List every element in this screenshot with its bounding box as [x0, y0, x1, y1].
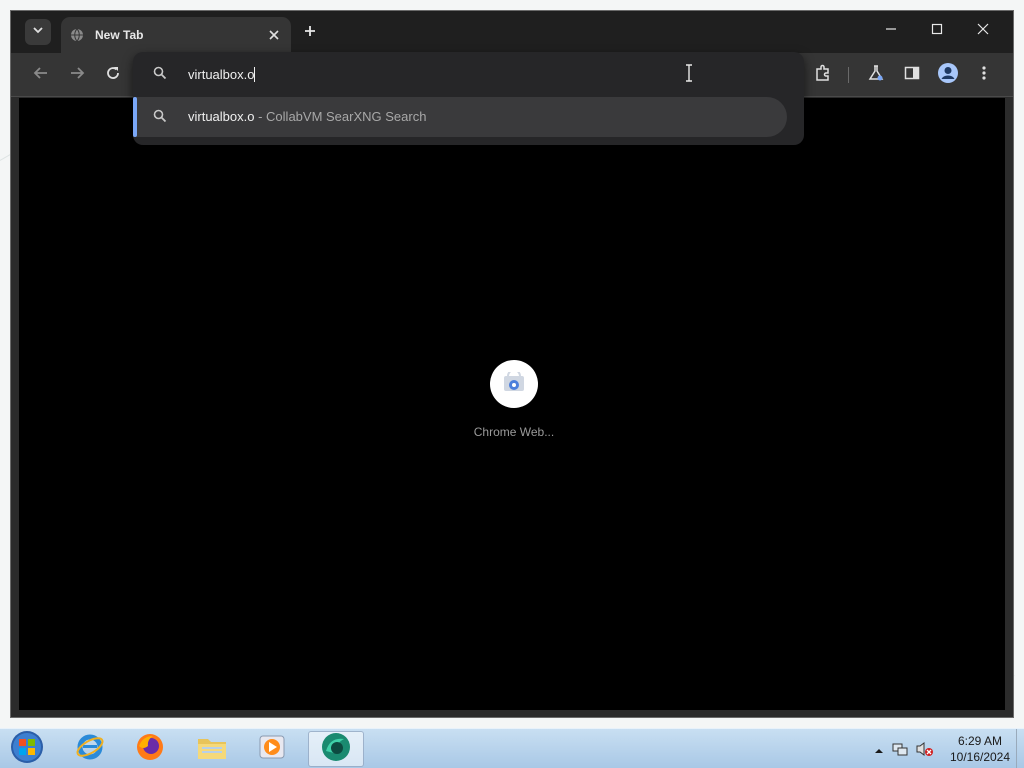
taskbar-media-player[interactable]	[244, 731, 300, 767]
show-desktop-button[interactable]	[1016, 729, 1024, 768]
arrow-right-icon	[69, 65, 85, 86]
clock-time: 6:29 AM	[957, 734, 1003, 748]
suggestion-query: virtualbox.o	[188, 109, 255, 124]
avatar-icon	[937, 62, 959, 89]
search-icon	[153, 109, 169, 125]
minimize-button[interactable]	[873, 17, 909, 45]
system-tray: 6:29 AM 10/16/2024	[864, 729, 1024, 768]
puzzle-icon	[814, 64, 832, 87]
back-button[interactable]	[29, 63, 53, 87]
suggestion-item[interactable]: virtualbox.o - CollabVM SearXNG Search	[133, 97, 787, 137]
omnibox-dropdown: virtualbox.o virtualbox.o - CollabVM Sea…	[133, 52, 804, 145]
network-icon[interactable]	[892, 741, 908, 757]
toolbar-divider	[848, 67, 849, 83]
browser-window: New Tab Chrome Web... virtualbox.o virtu…	[10, 10, 1014, 718]
media-player-icon	[258, 733, 286, 766]
volume-muted-icon[interactable]	[916, 741, 934, 757]
shortcut-label: Chrome Web...	[473, 425, 555, 439]
close-icon[interactable]	[263, 24, 285, 46]
folder-icon	[196, 733, 228, 766]
labs-button[interactable]	[864, 63, 888, 87]
taskbar-firefox[interactable]	[122, 731, 178, 767]
clock[interactable]: 6:29 AM 10/16/2024	[944, 733, 1016, 765]
firefox-icon	[135, 732, 165, 767]
selection-indicator	[133, 97, 137, 137]
chrome-web-store-icon	[503, 368, 525, 397]
chevron-down-icon	[32, 23, 44, 41]
menu-button[interactable]	[972, 63, 996, 87]
address-input-text: virtualbox.o	[188, 67, 255, 82]
new-tab-button[interactable]	[299, 22, 321, 44]
globe-icon	[69, 27, 85, 43]
maximize-icon	[931, 22, 943, 40]
address-input[interactable]: virtualbox.o	[188, 64, 688, 86]
tab-title: New Tab	[95, 28, 144, 42]
page-content: Chrome Web...	[19, 98, 1005, 710]
forward-button[interactable]	[65, 63, 89, 87]
taskbar-internet-explorer[interactable]	[62, 731, 118, 767]
taskbar-browser[interactable]	[308, 731, 364, 767]
flask-icon	[868, 64, 884, 86]
show-hidden-icons-icon[interactable]	[874, 743, 884, 753]
reload-icon	[105, 65, 121, 86]
extensions-button[interactable]	[811, 63, 835, 87]
shortcut-tile	[490, 360, 538, 408]
plus-icon	[304, 24, 316, 42]
taskbar: 6:29 AM 10/16/2024	[0, 728, 1024, 768]
taskbar-file-explorer[interactable]	[184, 731, 240, 767]
suggestion-text: virtualbox.o - CollabVM SearXNG Search	[188, 109, 426, 124]
minimize-icon	[885, 22, 897, 40]
search-icon	[153, 66, 169, 82]
suggestion-separator: -	[254, 109, 267, 124]
maximize-button[interactable]	[919, 17, 955, 45]
tab-strip: New Tab	[11, 11, 1013, 53]
more-vertical-icon	[976, 65, 992, 86]
ibeam-cursor-icon	[684, 64, 694, 82]
internet-explorer-icon	[75, 732, 105, 767]
start-button[interactable]	[6, 730, 48, 768]
tab-search-button[interactable]	[25, 19, 51, 45]
tab-new-tab[interactable]: New Tab	[61, 17, 291, 53]
suggestion-engine: CollabVM SearXNG Search	[266, 109, 427, 124]
arrow-left-icon	[33, 65, 49, 86]
close-window-button[interactable]	[965, 17, 1001, 45]
profile-button[interactable]	[936, 62, 960, 89]
side-panel-button[interactable]	[900, 63, 924, 87]
windows-logo-icon	[10, 730, 44, 768]
browser-app-icon	[320, 731, 352, 768]
text-caret	[254, 67, 256, 82]
reload-button[interactable]	[101, 63, 125, 87]
side-panel-icon	[904, 65, 920, 86]
clock-date: 10/16/2024	[949, 750, 1011, 764]
close-icon	[977, 22, 989, 40]
shortcut-chrome-web-store[interactable]: Chrome Web...	[469, 360, 559, 439]
